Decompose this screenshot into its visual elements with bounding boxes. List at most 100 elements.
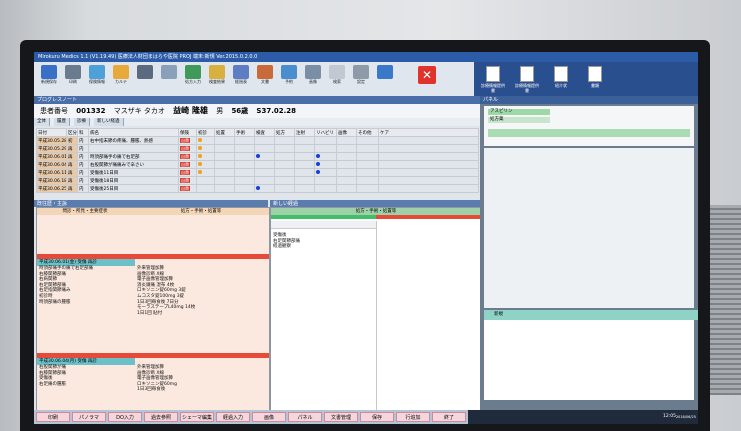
row-dept: 内 (77, 184, 89, 193)
row-type: 再 (66, 168, 78, 177)
document-icon (520, 66, 534, 82)
selected-item[interactable]: アスピリン (488, 109, 550, 115)
edit-header: 新しい経過 (270, 200, 480, 207)
bottom-bar: 印刷 パノラマ DO入力 過去参照 シェーマ編集 経過入力 画像 パネル 文書管理 保存 行追加 終了 (34, 410, 468, 424)
bottom-button-9[interactable]: 保存 (360, 412, 394, 422)
bottom-button-7[interactable]: パネル (288, 412, 322, 422)
table-row[interactable]: 平成30.06.04 再内右股関節が痛痛みで辛さい 自費 (36, 160, 479, 169)
status-badge: 自費 (180, 169, 190, 175)
row-cell (196, 160, 215, 169)
toolbar-label: 予約 (285, 79, 293, 84)
bottom-button-10[interactable]: 行追加 (396, 412, 430, 422)
toolbar-label: 設定 (357, 79, 365, 84)
record-line: 時頂部痛の腫脹 (39, 299, 71, 305)
row-cell (196, 184, 215, 193)
bottom-button-2[interactable]: DO入力 (108, 412, 142, 422)
row-cell (274, 168, 295, 177)
tab-0[interactable]: 全体 (34, 118, 50, 126)
table-row[interactable]: 平成30.05.28 初内右中指末節の疼痛、腫脹、熱感 自費 (36, 136, 479, 145)
toolbar-label: カルテ (115, 79, 127, 84)
row-cell (254, 168, 275, 177)
doc-button[interactable]: 診療情報提供書 (514, 66, 540, 93)
toolbar-button[interactable]: 処方入力 (180, 64, 206, 94)
order-subheader: 処方・手術・処置等 (133, 208, 269, 215)
toolbar-button[interactable]: 設定 (348, 64, 374, 94)
doc-label: 診療情報提供書 (481, 83, 505, 93)
entry-bar-green (271, 215, 376, 219)
row-dept: 内 (77, 160, 89, 169)
soap-subheader: 問診・所見・主要症状 (37, 208, 133, 215)
table-row[interactable]: 平成30.05.29 再内 自費 (36, 144, 479, 153)
row-cell (214, 168, 235, 177)
toolbar-button[interactable]: 画像 (300, 64, 326, 94)
history-header-cell: 日付 (36, 128, 67, 137)
order-editor[interactable] (377, 221, 481, 411)
toolbar-button[interactable]: 検索 (324, 64, 350, 94)
row-cell (274, 136, 295, 145)
patient-kana: マスザキ タカオ (113, 107, 165, 115)
row-type: 初 (66, 136, 78, 145)
bottom-button-1[interactable]: パノラマ (72, 412, 106, 422)
row-cell (234, 136, 255, 145)
history-header-cell: 区分 (66, 128, 78, 137)
toolbar-button[interactable]: 保険情報 (84, 64, 110, 94)
row-cell (356, 160, 379, 169)
bottom-button-3[interactable]: 過去参照 (144, 412, 178, 422)
row-cell (274, 176, 295, 185)
bottom-button-8[interactable]: 文書管理 (324, 412, 358, 422)
bottom-button-5[interactable]: 経過入力 (216, 412, 250, 422)
row-cell (234, 168, 255, 177)
right-list[interactable] (484, 148, 694, 308)
orange-dot-icon (198, 145, 202, 150)
entry-orders: 外来管理加算 画像診断 X線 電子画像管理加算 ロキソニン錠60mg 1日3回毎食後 (135, 365, 269, 393)
row-date: 平成30.05.29 (36, 144, 67, 153)
toolbar-button[interactable]: 検査結果 (204, 64, 230, 94)
row-cell (294, 168, 315, 177)
row-name: 右股関節が痛痛みで辛さい (88, 160, 179, 169)
toolbar-button[interactable]: 経過表 (228, 64, 254, 94)
table-row[interactable]: 平成30.06.01 再内時頂部痛手の痛で右足部 自費 (36, 152, 479, 161)
patient-birth: S37.02.28 (256, 107, 297, 115)
row-dept: 内 (77, 152, 89, 161)
toolbar-button[interactable]: 印刷 (60, 64, 86, 94)
editor-format-bar[interactable] (271, 221, 376, 229)
bottom-button-4[interactable]: シェーマ編集 (180, 412, 214, 422)
card-icon (89, 65, 105, 79)
tab-2[interactable]: 診療 (74, 118, 90, 126)
history-header-cell: 手術 (234, 128, 255, 137)
doc-button[interactable]: 診療情報提供書 (480, 66, 506, 93)
toolbar-button[interactable]: 文書 (252, 64, 278, 94)
toolbar-button[interactable]: カルテ (108, 64, 134, 94)
bottom-button-0[interactable]: 印刷 (36, 412, 70, 422)
table-row[interactable]: 平成30.06.18 再内受傷後18日目 自費 (36, 176, 479, 185)
row-cell (314, 144, 337, 153)
right-row[interactable] (488, 129, 690, 137)
toolbar-label: 処方入力 (185, 79, 201, 84)
tools-icon (353, 65, 369, 79)
row-cell (314, 136, 337, 145)
close-icon[interactable]: ✕ (418, 66, 436, 84)
blue-dot-icon (316, 153, 320, 158)
toolbar-button[interactable]: 新規保存 (36, 64, 62, 94)
bottom-button-11[interactable]: 終了 (432, 412, 466, 422)
section2-list[interactable] (484, 320, 694, 400)
toolbar-button[interactable] (372, 64, 398, 94)
tab-1[interactable]: 履歴 (54, 118, 70, 126)
entry-orders: 外来管理加算 画像診断 X線 電子画像管理加算 消炎鎮痛 湿布 4枚 ロキソニン錠60m… (135, 266, 269, 316)
toolbar-button[interactable] (156, 64, 182, 94)
soap-editor[interactable]: 受傷後 右足関節部痛 経過観察 (271, 221, 377, 411)
person-icon (377, 65, 393, 79)
tab-3[interactable]: 新しい経過 (94, 118, 124, 126)
table-row[interactable]: 平成30.06.25 再内受傷後25日目 自費 (36, 184, 479, 193)
toolbar-button[interactable] (132, 64, 158, 94)
toolbar-button[interactable]: 予約 (276, 64, 302, 94)
row-insurance: 自費 (178, 176, 197, 185)
group-item[interactable]: 処方薬 (488, 117, 550, 123)
doc-button[interactable]: 紹介状 (548, 66, 574, 92)
toolbar-label: 印刷 (69, 79, 77, 84)
table-row[interactable]: 平成30.06.11 再内受傷後11日目 自費 (36, 168, 479, 177)
row-insurance: 自費 (178, 136, 197, 145)
doc-button[interactable]: 書類 (582, 66, 608, 92)
left-lower-header: 既往歴・主訴 (34, 200, 268, 207)
bottom-button-6[interactable]: 画像 (252, 412, 286, 422)
